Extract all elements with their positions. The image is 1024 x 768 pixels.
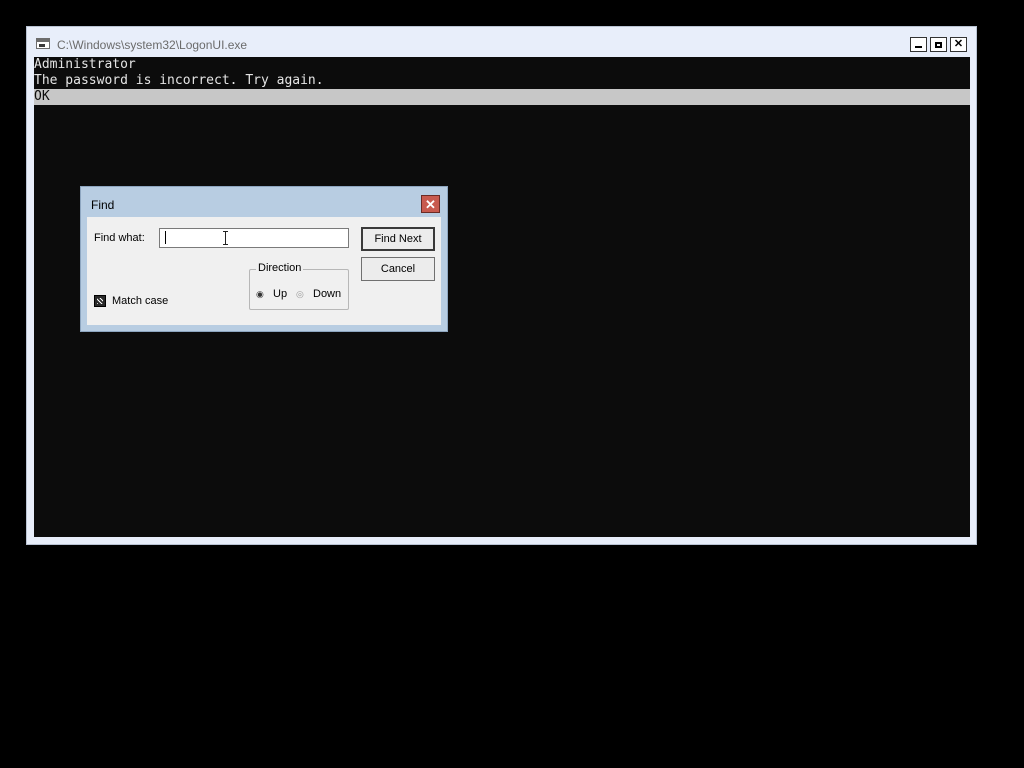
cancel-button[interactable]: Cancel xyxy=(361,257,435,281)
console-line-message: The password is incorrect. Try again. xyxy=(34,73,324,88)
match-case-label[interactable]: Match case xyxy=(112,295,168,307)
radio-up-icon[interactable]: ◉ xyxy=(256,289,268,300)
find-dialog-body: Find what: Find Next Cancel Direction ◉ … xyxy=(87,217,441,325)
find-dialog: Find ✕ Find what: Find Next Cancel Direc… xyxy=(80,186,448,332)
find-dialog-title: Find xyxy=(91,198,115,212)
window-titlebar[interactable]: C:\Windows\system32\LogonUI.exe ✕ xyxy=(27,27,976,57)
console-line-user: Administrator xyxy=(34,57,136,72)
radio-down-icon[interactable]: ◎ xyxy=(296,289,308,300)
console-line-ok[interactable]: OK xyxy=(34,89,970,105)
find-what-input[interactable] xyxy=(159,228,349,248)
minimize-icon xyxy=(915,46,922,48)
find-dialog-close-button[interactable]: ✕ xyxy=(421,195,440,213)
ibeam-cursor-icon xyxy=(223,231,228,245)
maximize-icon xyxy=(935,41,942,48)
maximize-button[interactable] xyxy=(930,37,947,52)
direction-group: Direction ◉ Up ◎ Down xyxy=(249,262,349,310)
find-next-button[interactable]: Find Next xyxy=(361,227,435,251)
find-what-label: Find what: xyxy=(94,232,145,244)
close-icon: ✕ xyxy=(953,38,964,50)
window-title: C:\Windows\system32\LogonUI.exe xyxy=(57,38,248,52)
close-window-button[interactable]: ✕ xyxy=(950,37,967,52)
close-icon: ✕ xyxy=(425,196,436,212)
match-case-checkbox[interactable] xyxy=(94,295,106,307)
direction-label: Direction xyxy=(256,262,304,274)
text-caret xyxy=(165,231,166,244)
radio-up-label[interactable]: Up xyxy=(273,288,287,300)
minimize-button[interactable] xyxy=(910,37,927,52)
radio-down-label[interactable]: Down xyxy=(313,288,341,300)
console-window-icon xyxy=(36,38,50,49)
